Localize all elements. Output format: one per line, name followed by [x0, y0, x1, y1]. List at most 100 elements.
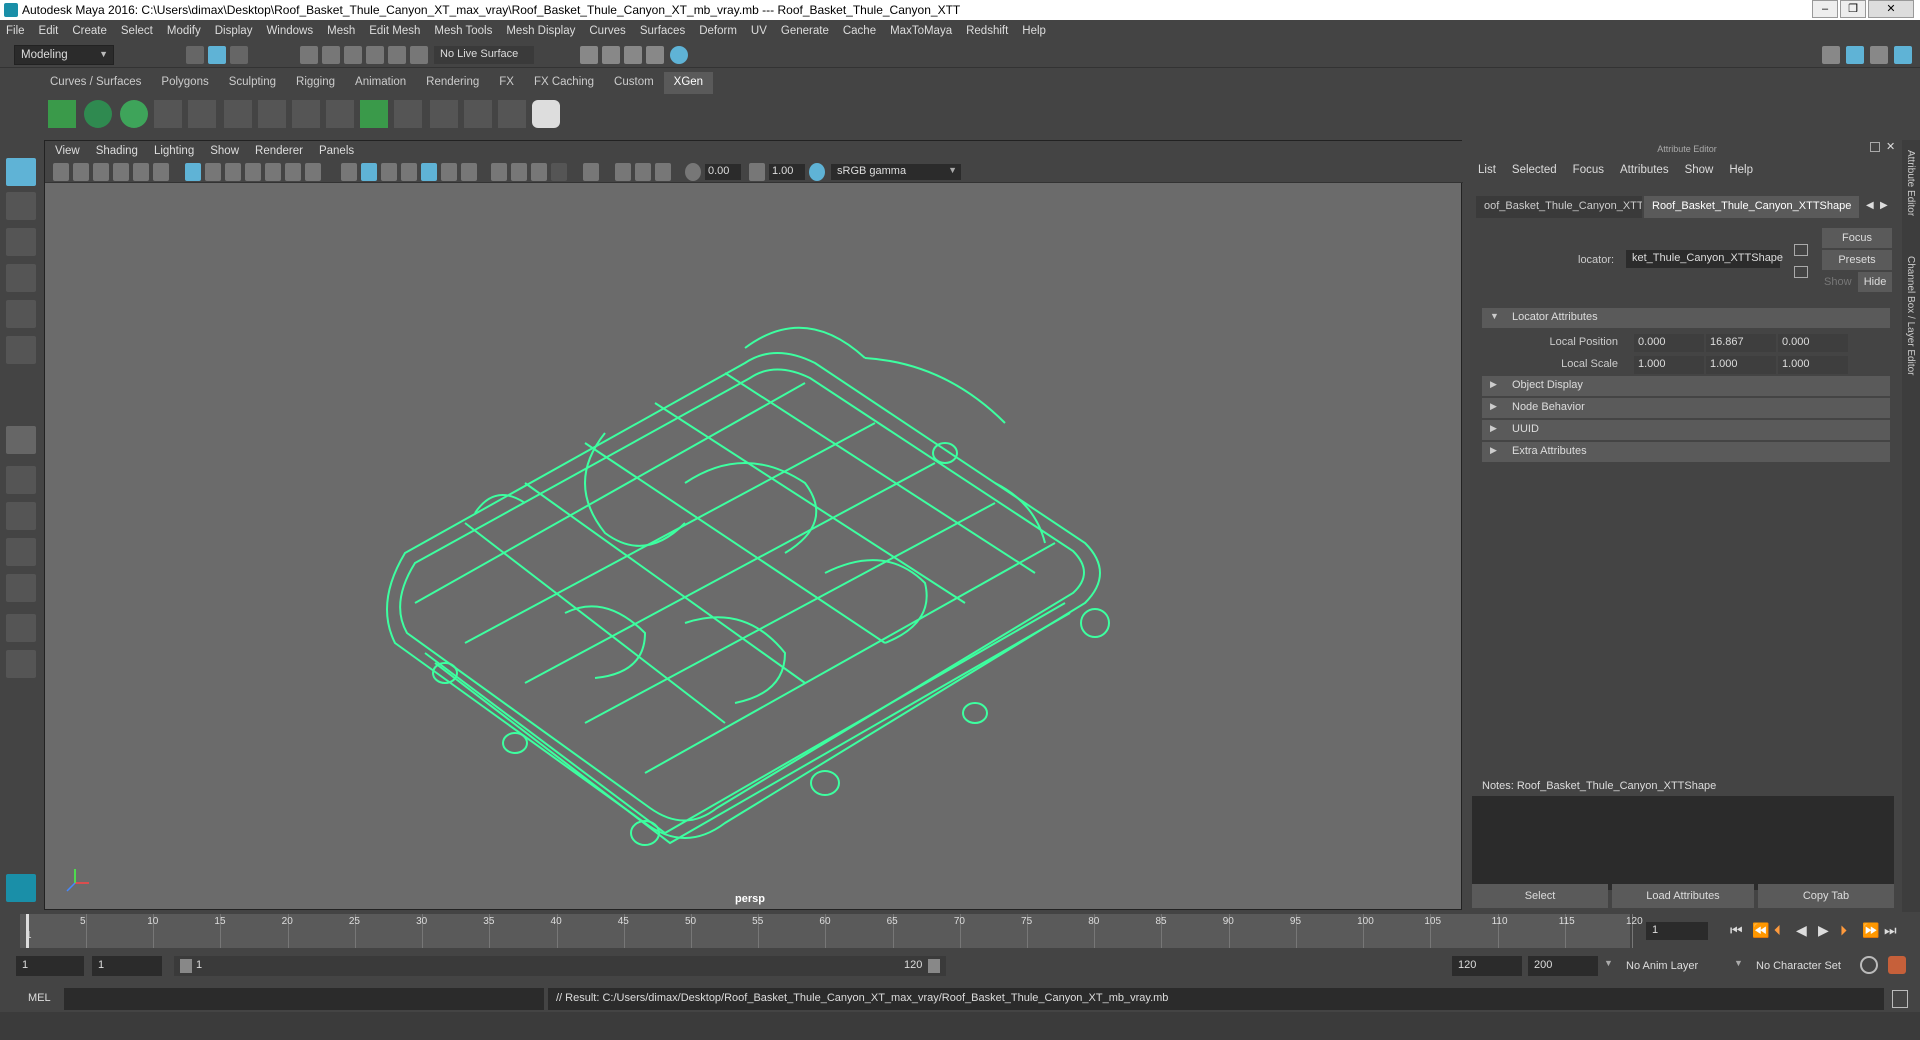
exposure-field[interactable]: 0.00	[705, 164, 741, 180]
outliner-persp-icon[interactable]	[6, 614, 36, 642]
gamma-field[interactable]: 1.00	[769, 164, 805, 180]
persp-hypershade-icon[interactable]	[6, 574, 36, 602]
script-editor-icon[interactable]	[1892, 990, 1908, 1008]
playback-end-field[interactable]: 120	[1452, 956, 1522, 976]
wireframe-scene[interactable]	[45, 183, 1461, 909]
load-attributes-button[interactable]: Load Attributes	[1612, 884, 1754, 908]
tab-polygons[interactable]: Polygons	[151, 72, 218, 94]
field-chart-icon[interactable]	[265, 163, 281, 181]
modeling-toolkit-icon[interactable]	[1822, 46, 1840, 64]
local-scale-y[interactable]: 1.000	[1706, 356, 1776, 374]
step-back-icon[interactable]: ⏪	[1752, 922, 1769, 939]
menu-edit-mesh[interactable]: Edit Mesh	[369, 25, 420, 37]
shadows-icon[interactable]	[461, 163, 477, 181]
range-slider[interactable]: 1 120	[174, 956, 946, 976]
maya-home-icon[interactable]	[6, 874, 36, 902]
grid-icon[interactable]	[185, 163, 201, 181]
camera-attrs-icon[interactable]	[73, 163, 89, 181]
bookmark-icon[interactable]	[93, 163, 109, 181]
play-backward-icon[interactable]: ◀	[1796, 922, 1807, 939]
menu-edit[interactable]: Edit	[39, 25, 59, 37]
menu-generate[interactable]: Generate	[781, 25, 829, 37]
snap-curve-icon[interactable]	[322, 46, 340, 64]
use-all-lights-icon[interactable]	[441, 163, 457, 181]
comb-guides-icon[interactable]	[430, 100, 458, 128]
menu-mesh-tools[interactable]: Mesh Tools	[434, 25, 492, 37]
local-position-y[interactable]: 16.867	[1706, 334, 1776, 352]
menu-windows[interactable]: Windows	[266, 25, 313, 37]
step-forward-icon[interactable]: ⏩	[1862, 922, 1879, 939]
gate-mask-icon[interactable]	[245, 163, 261, 181]
go-to-end-icon[interactable]: ⏭	[1884, 922, 1897, 939]
tab-scroll-right-icon[interactable]: ▶	[1880, 200, 1888, 211]
ae-copy-icon[interactable]	[1794, 266, 1808, 278]
tab-animation[interactable]: Animation	[345, 72, 416, 94]
tab-transform-node[interactable]: oof_Basket_Thule_Canyon_XTT	[1476, 196, 1642, 218]
vp-menu-renderer[interactable]: Renderer	[255, 145, 303, 157]
xray-icon[interactable]	[401, 163, 417, 181]
sculpt-guides-icon[interactable]	[258, 100, 286, 128]
tab-rigging[interactable]: Rigging	[286, 72, 345, 94]
attribute-editor-toggle-icon[interactable]	[1846, 46, 1864, 64]
section-extra-attributes[interactable]: Extra Attributes	[1482, 442, 1890, 462]
move-guides-icon[interactable]	[188, 100, 216, 128]
depth-of-field-icon[interactable]	[551, 163, 567, 181]
render-view-icon[interactable]	[580, 46, 598, 64]
lasso-tool-icon[interactable]	[6, 192, 36, 220]
snap-point-icon[interactable]	[344, 46, 362, 64]
render-settings-icon[interactable]	[646, 46, 664, 64]
ae-select-icon[interactable]	[1794, 244, 1808, 256]
2d-pan-icon[interactable]	[133, 163, 149, 181]
menu-help[interactable]: Help	[1022, 25, 1046, 37]
menu-cache[interactable]: Cache	[843, 25, 876, 37]
single-view-icon[interactable]	[6, 426, 36, 454]
anim-start-field[interactable]: 1	[16, 956, 84, 976]
four-view-icon[interactable]	[6, 466, 36, 494]
xgen-hexagon-icon[interactable]	[532, 100, 560, 128]
exposure-icon[interactable]	[685, 163, 701, 181]
lock-guides-icon[interactable]	[292, 100, 320, 128]
paint-select-icon[interactable]	[6, 228, 36, 256]
time-slider[interactable]: 1 5 10 15 20 25 30 35 40 45 50 55 60 65 70 75 80 85 90 95 1…	[20, 914, 1643, 948]
backface-icon[interactable]	[655, 163, 671, 181]
menu-display[interactable]: Display	[215, 25, 253, 37]
scale-tool-icon[interactable]	[6, 336, 36, 364]
layers-icon[interactable]	[360, 100, 388, 128]
menu-maxtomaya[interactable]: MaxToMaya	[890, 25, 952, 37]
tab-curves-surfaces[interactable]: Curves / Surfaces	[40, 72, 151, 94]
live-surface-field[interactable]: No Live Surface	[434, 46, 534, 64]
ae-close-icon[interactable]: ✕	[1886, 140, 1895, 153]
move-tool-icon[interactable]	[6, 264, 36, 292]
command-input[interactable]	[64, 988, 544, 1010]
place-guides-icon[interactable]	[154, 100, 182, 128]
ae-menu-help[interactable]: Help	[1729, 164, 1753, 176]
vp-menu-shading[interactable]: Shading	[96, 145, 138, 157]
menu-surfaces[interactable]: Surfaces	[640, 25, 685, 37]
xray-active-icon[interactable]	[635, 163, 651, 181]
range-start-handle[interactable]	[180, 959, 192, 973]
xray-joints-icon[interactable]	[615, 163, 631, 181]
persp-outliner-icon[interactable]	[6, 502, 36, 530]
tab-custom[interactable]: Custom	[604, 72, 664, 94]
tab-channel-box-vertical[interactable]: Channel Box / Layer Editor	[1905, 256, 1916, 376]
grease-pencil-icon[interactable]	[153, 163, 169, 181]
isolate-select-icon[interactable]	[583, 163, 599, 181]
safe-title-icon[interactable]	[305, 163, 321, 181]
ae-menu-show[interactable]: Show	[1685, 164, 1714, 176]
viewport-panel[interactable]: View Shading Lighting Show Renderer Pane…	[44, 140, 1463, 910]
anim-layer-label[interactable]: No Anim Layer	[1626, 960, 1698, 972]
go-to-start-icon[interactable]: ⏮	[1730, 922, 1743, 939]
tab-fx-caching[interactable]: FX Caching	[524, 72, 604, 94]
anim-layer-dropdown-arrow[interactable]: ▼	[1604, 958, 1613, 968]
select-object-icon[interactable]	[208, 46, 226, 64]
delete-guides-icon[interactable]	[498, 100, 526, 128]
hide-button[interactable]: Hide	[1858, 272, 1892, 292]
vp-menu-lighting[interactable]: Lighting	[154, 145, 194, 157]
screen-space-ao-icon[interactable]	[491, 163, 507, 181]
channel-box-toggle-icon[interactable]	[1894, 46, 1912, 64]
step-back-key-icon[interactable]: ⏴	[1774, 922, 1781, 939]
vp-menu-show[interactable]: Show	[210, 145, 239, 157]
menu-redshift[interactable]: Redshift	[966, 25, 1008, 37]
brush-guides-icon[interactable]	[394, 100, 422, 128]
rotate-tool-icon[interactable]	[6, 300, 36, 328]
